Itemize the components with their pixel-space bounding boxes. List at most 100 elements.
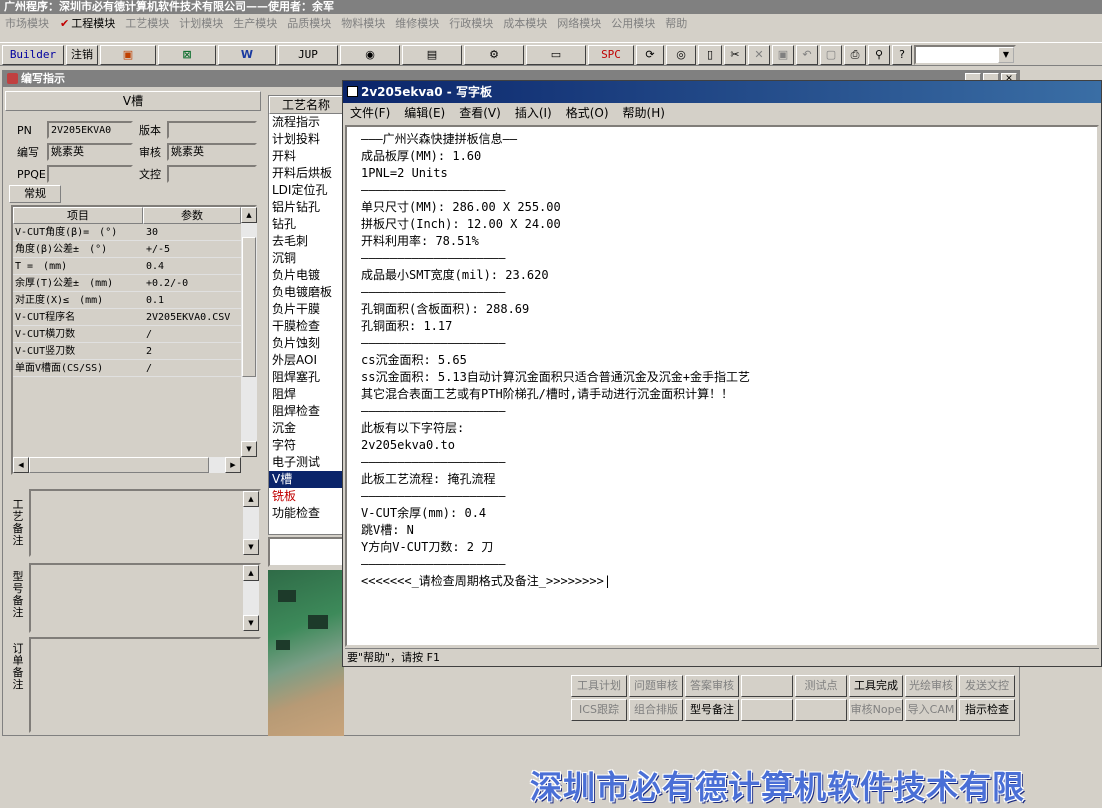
grid-hscroll-thumb[interactable] bbox=[29, 457, 209, 473]
database-icon[interactable]: ▤ bbox=[402, 45, 462, 65]
process-item[interactable]: 铝片钻孔 bbox=[269, 199, 343, 216]
wordpad-menu-item[interactable]: 帮助(H) bbox=[616, 103, 672, 123]
network-icon[interactable]: ⚙ bbox=[464, 45, 524, 65]
word-icon[interactable]: W bbox=[218, 45, 276, 65]
process-item[interactable]: 开料 bbox=[269, 148, 343, 165]
pn-field[interactable]: 2V205EKVA0 bbox=[47, 121, 133, 139]
grid-cell-param[interactable]: +0.2/-0 bbox=[146, 275, 240, 292]
process-item[interactable]: 钻孔 bbox=[269, 216, 343, 233]
action-button[interactable]: 组合排版 bbox=[629, 699, 683, 721]
excel-icon[interactable]: ⊠ bbox=[158, 45, 216, 65]
grid-header-item[interactable]: 项目 bbox=[13, 207, 143, 224]
process-item[interactable]: V槽 bbox=[269, 471, 343, 488]
grid-hscroll[interactable]: ◀ ▶ bbox=[13, 457, 241, 473]
menu-item[interactable]: 成本模块 bbox=[498, 14, 552, 34]
jup-button[interactable]: JUP bbox=[278, 45, 338, 65]
wordpad-document[interactable]: ———广州兴森快捷拼板信息—— 成品板厚(MM): 1.60 1PNL=2 Unit… bbox=[345, 125, 1099, 647]
delete-icon[interactable]: ✕ bbox=[748, 45, 770, 65]
action-button[interactable]: ICS跟踪 bbox=[571, 699, 627, 721]
grid-vscroll[interactable]: ▲ ▼ bbox=[241, 207, 257, 457]
builder-button[interactable]: Builder bbox=[2, 45, 64, 65]
scroll-down-icon[interactable]: ▼ bbox=[243, 539, 259, 555]
scroll-up-icon[interactable]: ▲ bbox=[241, 207, 257, 223]
writer-field[interactable]: 姚素英 bbox=[47, 143, 133, 161]
action-button[interactable]: 型号备注 bbox=[685, 699, 739, 721]
process-item[interactable]: 负片干膜 bbox=[269, 301, 343, 318]
menu-item[interactable]: 工艺模块 bbox=[120, 14, 174, 34]
scroll-right-icon[interactable]: ▶ bbox=[225, 457, 241, 473]
process-item[interactable]: 干膜检查 bbox=[269, 318, 343, 335]
action-button[interactable]: 问题审核 bbox=[629, 675, 683, 697]
grid-cell-param[interactable]: 0.1 bbox=[146, 292, 240, 309]
eye-icon[interactable]: ◉ bbox=[340, 45, 400, 65]
grid-row[interactable]: 余厚(T)公差± (mm) +0.2/-0 bbox=[13, 275, 241, 292]
model-remark-scroll[interactable]: ▲ ▼ bbox=[243, 565, 259, 631]
grid-row[interactable]: T = (mm) 0.4 bbox=[13, 258, 241, 275]
logout-button[interactable]: 注销 bbox=[66, 45, 98, 65]
scroll-down-icon[interactable]: ▼ bbox=[243, 615, 259, 631]
spc-button[interactable]: SPC bbox=[588, 45, 634, 65]
preview-icon[interactable]: ▢ bbox=[820, 45, 842, 65]
print-icon[interactable]: ⎙ bbox=[844, 45, 866, 65]
action-button[interactable] bbox=[741, 699, 793, 721]
process-item[interactable]: 功能检查 bbox=[269, 505, 343, 522]
wordpad-menu-item[interactable]: 编辑(E) bbox=[397, 103, 452, 123]
scroll-down-icon[interactable]: ▼ bbox=[241, 441, 257, 457]
grid-header-param[interactable]: 参数 bbox=[143, 207, 241, 224]
grid-cell-param[interactable]: 2V205EKVA0.CSV bbox=[146, 309, 240, 326]
menu-item[interactable]: 计划模块 bbox=[174, 14, 228, 34]
grid-cell-param[interactable]: 30 bbox=[146, 224, 240, 241]
help-icon[interactable]: ? bbox=[892, 45, 912, 65]
menu-item[interactable]: 物料模块 bbox=[336, 14, 390, 34]
grid-row[interactable]: V-CUT角度(β)= (°) 30 bbox=[13, 224, 241, 241]
menu-item[interactable]: 帮助 bbox=[660, 14, 692, 34]
doc-control-field[interactable] bbox=[167, 165, 257, 183]
tab-general[interactable]: 常规 bbox=[9, 185, 61, 203]
menu-item[interactable]: 生产模块 bbox=[228, 14, 282, 34]
scroll-left-icon[interactable]: ◀ bbox=[13, 457, 29, 473]
process-item[interactable]: 流程指示 bbox=[269, 114, 343, 131]
menu-item[interactable]: 市场模块 bbox=[0, 14, 54, 34]
action-button[interactable]: 答案审核 bbox=[685, 675, 739, 697]
process-item[interactable]: LDI定位孔 bbox=[269, 182, 343, 199]
action-button[interactable]: 光绘审核 bbox=[905, 675, 957, 697]
menu-item[interactable]: 品质模块 bbox=[282, 14, 336, 34]
new-file-icon[interactable]: ▯ bbox=[698, 45, 722, 65]
wordpad-menu-item[interactable]: 查看(V) bbox=[452, 103, 508, 123]
menu-item[interactable]: 网络模块 bbox=[552, 14, 606, 34]
grid-cell-param[interactable]: 0.4 bbox=[146, 258, 240, 275]
scroll-up-icon[interactable]: ▲ bbox=[243, 565, 259, 581]
undo-icon[interactable]: ↶ bbox=[796, 45, 818, 65]
action-button[interactable]: 审核Nope bbox=[849, 699, 903, 721]
process-item[interactable]: 外层AOI bbox=[269, 352, 343, 369]
grid-cell-param[interactable]: 2 bbox=[146, 343, 240, 360]
process-item[interactable]: 阻焊检查 bbox=[269, 403, 343, 420]
menu-item[interactable]: 行政模块 bbox=[444, 14, 498, 34]
cut-icon[interactable]: ✂ bbox=[724, 45, 746, 65]
save-icon[interactable]: ▣ bbox=[772, 45, 794, 65]
grid-row[interactable]: 角度(β)公差± (°) +/-5 bbox=[13, 241, 241, 258]
computer-icon[interactable]: ▭ bbox=[526, 45, 586, 65]
grid-cell-param[interactable]: / bbox=[146, 326, 240, 343]
process-remark-box[interactable]: ▲ ▼ bbox=[29, 489, 261, 557]
scroll-up-icon[interactable]: ▲ bbox=[243, 491, 259, 507]
toolbar-combo[interactable]: ▼ bbox=[914, 45, 1016, 65]
process-item[interactable]: 去毛刺 bbox=[269, 233, 343, 250]
process-item[interactable]: 铣板 bbox=[269, 488, 343, 505]
globe-icon[interactable]: ◎ bbox=[666, 45, 696, 65]
process-remark-scroll[interactable]: ▲ ▼ bbox=[243, 491, 259, 555]
action-button[interactable]: 发送文控 bbox=[959, 675, 1015, 697]
process-item[interactable]: 负电镀磨板 bbox=[269, 284, 343, 301]
model-remark-box[interactable]: ▲ ▼ bbox=[29, 563, 261, 633]
menu-item[interactable]: 工程模块 bbox=[69, 14, 120, 34]
process-item[interactable]: 电子测试 bbox=[269, 454, 343, 471]
action-button[interactable]: 指示检查 bbox=[959, 699, 1015, 721]
grid-row[interactable]: V-CUT程序名 2V205EKVA0.CSV bbox=[13, 309, 241, 326]
process-item[interactable]: 沉铜 bbox=[269, 250, 343, 267]
action-button[interactable]: 工具完成 bbox=[849, 675, 903, 697]
wordpad-menu-item[interactable]: 插入(I) bbox=[508, 103, 559, 123]
action-button[interactable]: 测试点 bbox=[795, 675, 847, 697]
version-field[interactable] bbox=[167, 121, 257, 139]
refresh-icon[interactable]: ⟳ bbox=[636, 45, 664, 65]
binoculars-icon[interactable]: ⚲ bbox=[868, 45, 890, 65]
